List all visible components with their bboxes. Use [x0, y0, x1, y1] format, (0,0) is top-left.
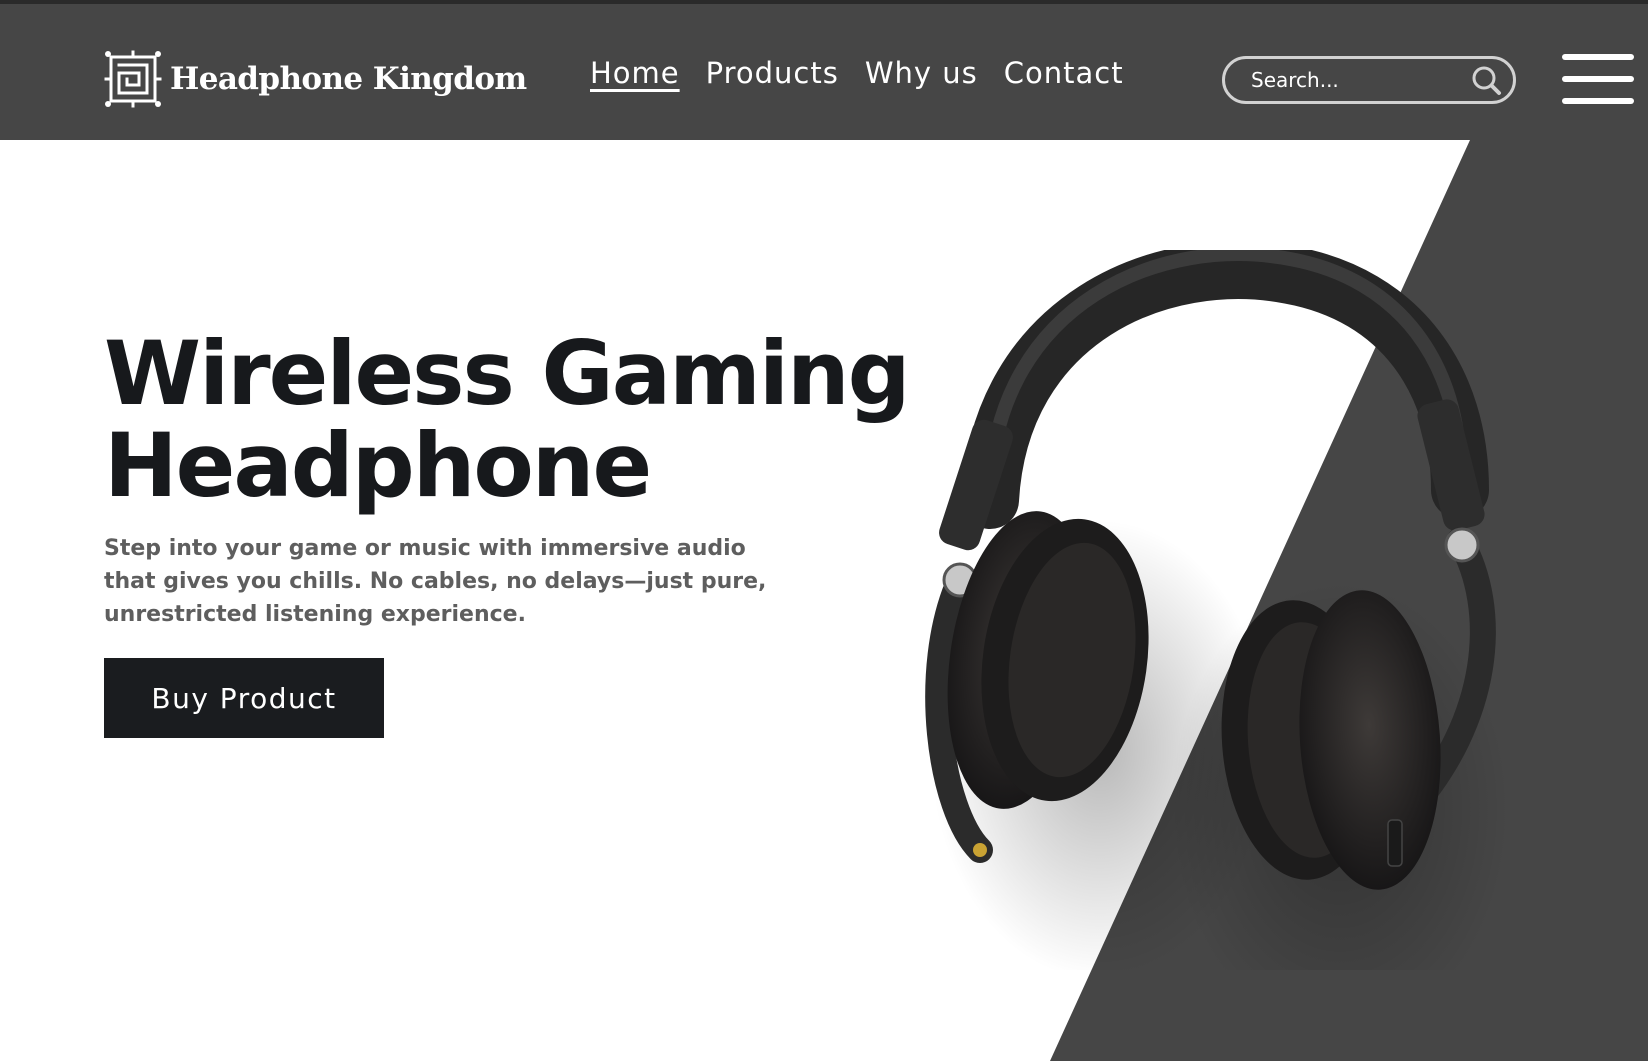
nav-link-contact[interactable]: Contact: [1004, 56, 1124, 90]
nav-link-products[interactable]: Products: [706, 56, 839, 90]
brand-logo[interactable]: Headphone Kingdom: [104, 50, 527, 108]
hamburger-menu-icon[interactable]: [1562, 54, 1634, 106]
hero-section: Wireless Gaming Headphone Step into your…: [0, 140, 1648, 1061]
maze-logo-icon: [104, 50, 162, 108]
nav-link-home[interactable]: Home: [590, 56, 680, 90]
hero-title: Wireless Gaming Headphone: [104, 328, 924, 512]
hero-title-line-1: Wireless Gaming: [104, 322, 911, 425]
search-icon[interactable]: [1469, 63, 1503, 97]
headphones-image: [925, 250, 1510, 970]
buy-product-button[interactable]: Buy Product: [104, 658, 384, 738]
nav-link-why-us[interactable]: Why us: [865, 56, 978, 90]
hero-title-line-2: Headphone: [104, 414, 652, 517]
hero-description: Step into your game or music with immers…: [104, 536, 767, 627]
brand-name: Headphone Kingdom: [170, 61, 527, 97]
main-nav: Home Products Why us Contact: [590, 56, 1124, 90]
search-box: [1222, 56, 1516, 104]
search-input[interactable]: [1249, 59, 1469, 101]
navbar: Headphone Kingdom Home Products Why us C…: [0, 4, 1648, 140]
